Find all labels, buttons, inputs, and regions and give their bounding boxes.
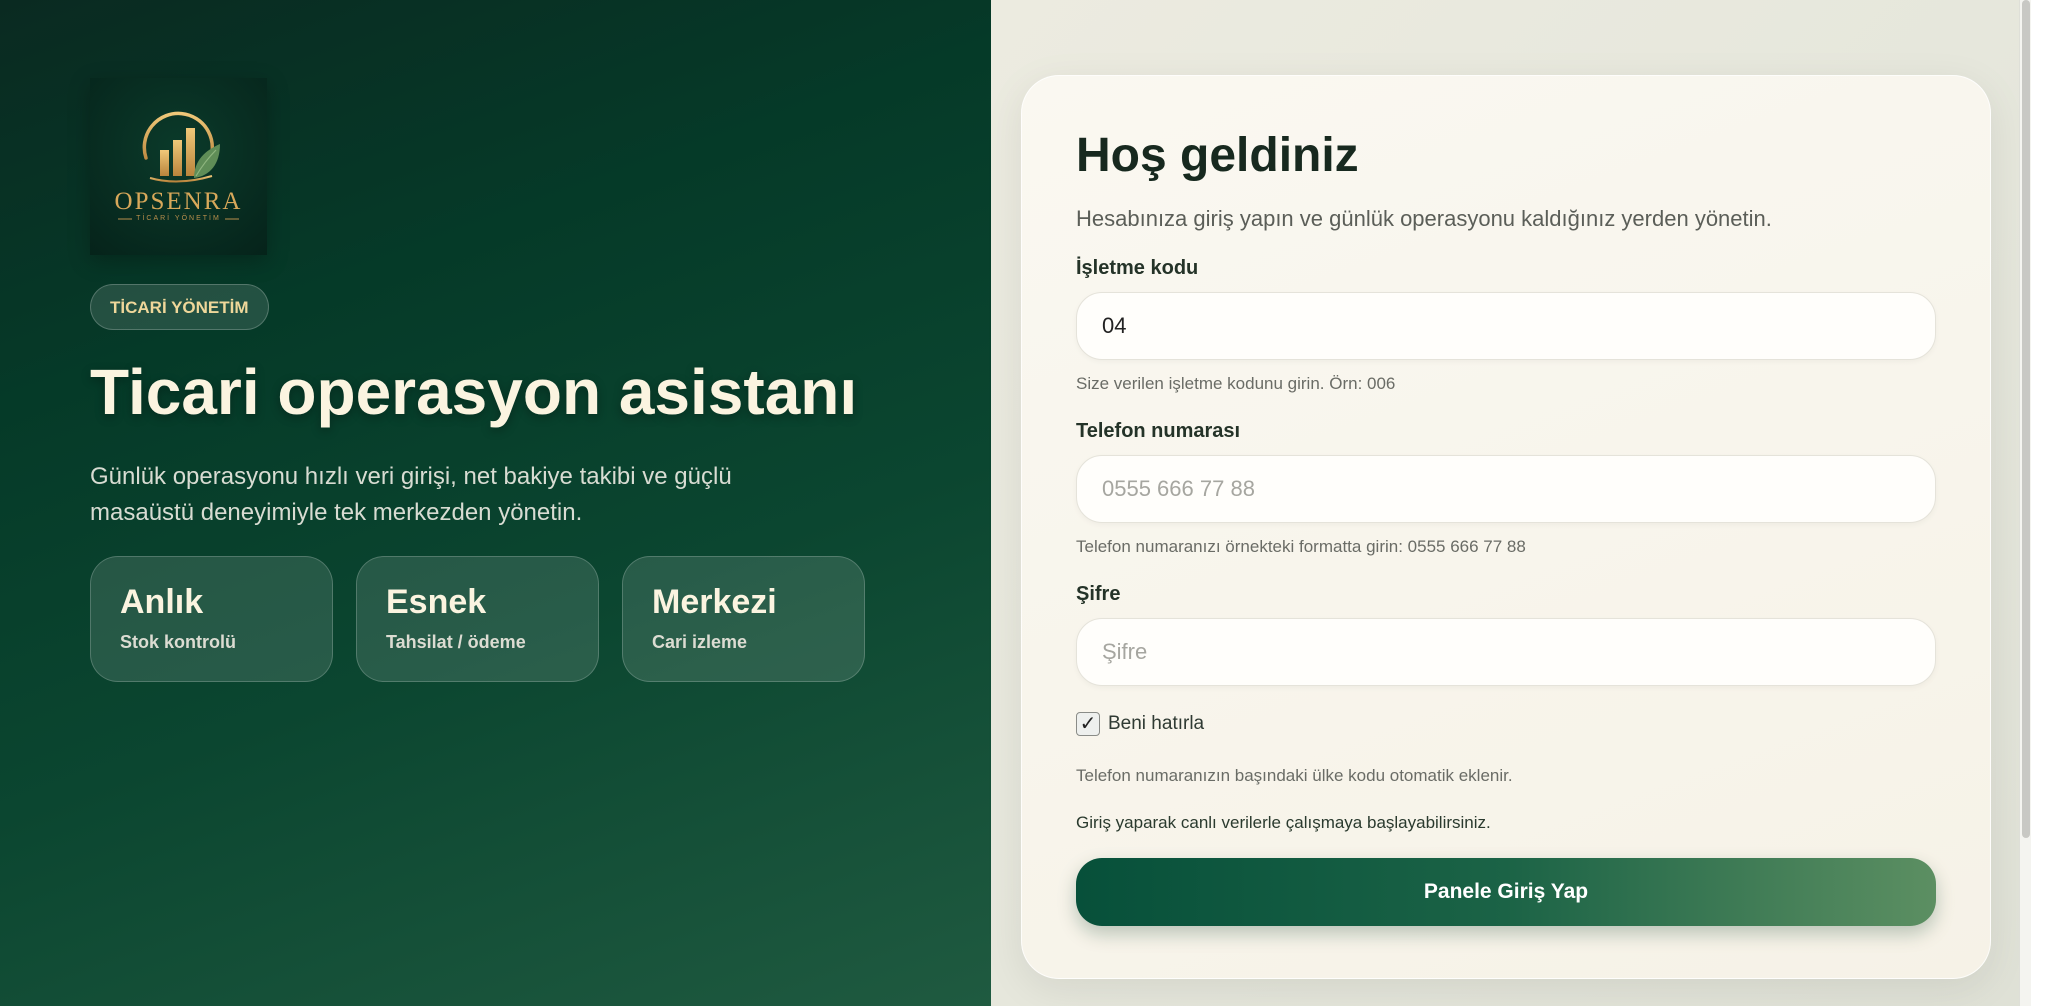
feature-card-subtitle: Cari izleme: [652, 632, 748, 652]
logo-wordmark: OPSENRA: [114, 188, 243, 215]
feature-card-flexible: Esnek Tahsilat / ödeme: [356, 556, 599, 682]
brand-logo: OPSENRA TİCARİ YÖNETİM: [90, 78, 267, 255]
business-code-input[interactable]: [1076, 292, 1936, 360]
login-submit-button[interactable]: Panele Giriş Yap: [1076, 858, 1936, 926]
password-input[interactable]: [1076, 618, 1936, 686]
phone-hint: Telefon numaranızı örnekteki formatta gi…: [1076, 537, 1526, 556]
feature-card-instant: Anlık Stok kontrolü: [90, 556, 333, 682]
category-badge: TİCARİ YÖNETİM: [90, 284, 269, 330]
feature-cards: Anlık Stok kontrolü Esnek Tahsilat / öde…: [90, 556, 865, 682]
business-code-hint: Size verilen işletme kodunu girin. Örn: …: [1076, 374, 1396, 393]
form-subtitle: Hesabınıza giriş yapın ve günlük operasy…: [1076, 206, 1772, 231]
feature-card-subtitle: Tahsilat / ödeme: [386, 632, 526, 652]
logo-tagline: TİCARİ YÖNETİM: [136, 215, 221, 222]
feature-card-title: Anlık: [120, 583, 204, 621]
hero-subtitle: Günlük operasyonu hızlı veri girişi, net…: [90, 463, 732, 526]
feature-card-title: Esnek: [386, 583, 487, 621]
feature-card-central: Merkezi Cari izleme: [622, 556, 865, 682]
login-page: OPSENRA TİCARİ YÖNETİM TİCARİ YÖNETİM Ti…: [0, 0, 2048, 1006]
remember-checkbox[interactable]: ✓: [1076, 712, 1100, 736]
page-scrollbar[interactable]: [2019, 0, 2031, 1006]
hero-title: Ticari operasyon asistanı: [90, 356, 858, 428]
live-data-note: Giriş yaparak canlı verilerle çalışmaya …: [1076, 813, 1491, 832]
scrollbar-thumb[interactable]: [2022, 0, 2030, 838]
logo-emblem-icon: [118, 111, 239, 220]
form-title: Hoş geldiniz: [1076, 129, 1359, 182]
remember-label[interactable]: Beni hatırla: [1108, 713, 1204, 735]
login-form: Hoş geldiniz Hesabınıza giriş yapın ve g…: [1021, 75, 1991, 979]
business-code-label: İşletme kodu: [1076, 257, 1199, 279]
feature-card-title: Merkezi: [652, 583, 777, 621]
feature-card-subtitle: Stok kontrolü: [120, 632, 236, 652]
phone-input[interactable]: [1076, 455, 1936, 523]
remember-me[interactable]: ✓ Beni hatırla: [1076, 712, 1204, 736]
login-panel: Hoş geldiniz Hesabınıza giriş yapın ve g…: [991, 0, 2031, 1006]
checkmark-icon: ✓: [1079, 713, 1097, 735]
country-code-note: Telefon numaranızın başındaki ülke kodu …: [1076, 766, 1513, 785]
password-label: Şifre: [1076, 583, 1121, 605]
brand-panel: OPSENRA TİCARİ YÖNETİM TİCARİ YÖNETİM Ti…: [0, 0, 991, 1006]
phone-label: Telefon numarası: [1076, 420, 1241, 442]
